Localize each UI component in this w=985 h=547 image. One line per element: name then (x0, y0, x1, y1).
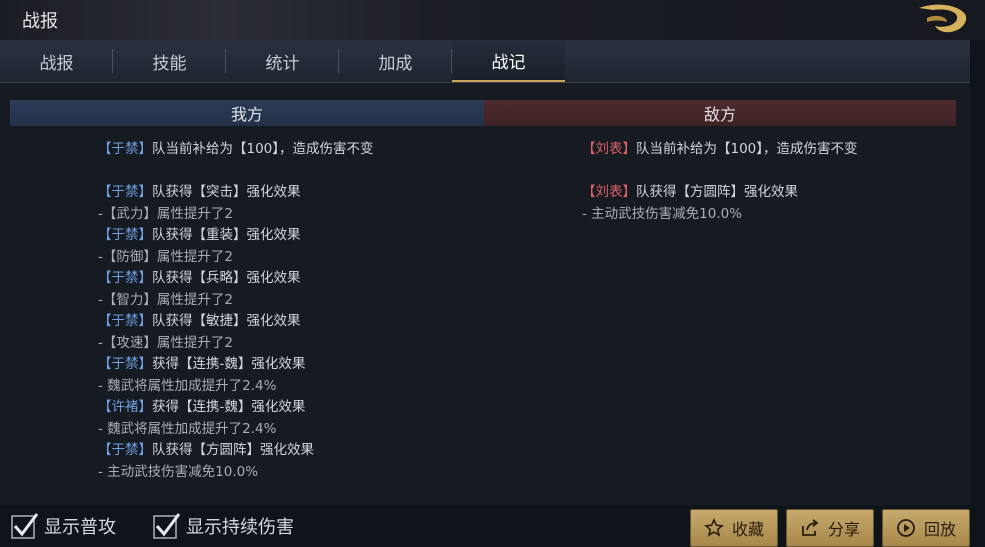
log-line: - 魏武将属性加成提升了2.4% (98, 376, 374, 398)
log-line: 【于禁】队获得【敏捷】强化效果 (98, 311, 374, 333)
log-text: 队获得【方圆阵】强化效果 (152, 442, 314, 458)
log-line: 【许褚】获得【连携-魏】强化效果 (98, 397, 374, 419)
star-icon (704, 518, 724, 537)
log-line: 【刘表】队当前补给为【100】，造成伤害不变 (582, 139, 858, 161)
log-text: -【防御】属性提升了2 (98, 248, 233, 265)
bottom-bar: 显示普攻 显示持续伤害 收藏 分享 回放 (0, 505, 985, 547)
log-line: 【于禁】获得【连携-魏】强化效果 (98, 354, 374, 376)
log-text: 队获得【敏捷】强化效果 (152, 313, 301, 329)
window-title: 战报 (22, 11, 58, 32)
log-line: -【智力】属性提升了2 (98, 290, 374, 312)
log-line: 【于禁】队获得【突击】强化效果 (98, 182, 374, 204)
log-line: 【于禁】队获得【方圆阵】强化效果 (98, 440, 374, 462)
log-text: - 主动武技伤害减免10.0% (98, 463, 259, 480)
general-name: 【于禁】 (98, 313, 152, 329)
log-text: -【武力】属性提升了2 (98, 205, 233, 222)
log-text: - 魏武将属性加成提升了2.4% (98, 377, 277, 394)
general-name: 【刘表】 (582, 141, 636, 157)
checkbox-checked-icon (153, 513, 180, 539)
tab-bonus[interactable]: 加成 (339, 40, 452, 82)
battle-log-panel: 我方 敌方 【于禁】队当前补给为【100】，造成伤害不变 【于禁】队获得【突击】强… (0, 83, 970, 505)
log-spacer (582, 161, 858, 183)
our-side-log: 【于禁】队当前补给为【100】，造成伤害不变 【于禁】队获得【突击】强化效果 -【武… (98, 139, 374, 483)
show-dot-damage-toggle[interactable]: 显示持续伤害 (152, 511, 294, 541)
general-name: 【刘表】 (582, 184, 636, 200)
share-button[interactable]: 分享 (786, 509, 874, 547)
log-text: -【智力】属性提升了2 (98, 291, 233, 308)
log-line: 【于禁】队获得【兵略】强化效果 (98, 268, 374, 290)
share-icon (802, 519, 819, 536)
log-line: -【攻速】属性提升了2 (98, 333, 374, 355)
top-bar: 战报 (0, 0, 985, 40)
our-side-header: 我方 (10, 100, 484, 126)
log-spacer (98, 161, 374, 183)
tab-stats[interactable]: 统计 (226, 40, 339, 82)
tab-battle-log[interactable]: 战记 (452, 40, 565, 82)
log-text: 队当前补给为【100】，造成伤害不变 (152, 141, 374, 157)
play-icon (897, 519, 915, 537)
general-name: 【于禁】 (98, 442, 152, 458)
replay-button[interactable]: 回放 (882, 509, 970, 547)
log-text: 队当前补给为【100】，造成伤害不变 (636, 141, 858, 157)
log-line: - 主动武技伤害减免10.0% (582, 204, 858, 226)
general-name: 【于禁】 (98, 227, 152, 243)
log-line: - 魏武将属性加成提升了2.4% (98, 419, 374, 441)
checkbox-checked-icon (11, 513, 38, 539)
log-text: - 魏武将属性加成提升了2.4% (98, 420, 277, 437)
log-line: 【刘表】队获得【方圆阵】强化效果 (582, 182, 858, 204)
tab-report[interactable]: 战报 (0, 40, 113, 82)
log-text: 队获得【突击】强化效果 (152, 184, 301, 200)
log-text: 队获得【兵略】强化效果 (152, 270, 301, 286)
log-line: 【于禁】队获得【重装】强化效果 (98, 225, 374, 247)
general-name: 【于禁】 (98, 270, 152, 286)
show-normal-attack-toggle[interactable]: 显示普攻 (10, 511, 116, 541)
favorite-button[interactable]: 收藏 (690, 509, 778, 547)
tab-skills[interactable]: 技能 (113, 40, 226, 82)
log-line: -【防御】属性提升了2 (98, 247, 374, 269)
log-text: - 主动武技伤害减免10.0% (582, 205, 743, 222)
log-text: -【攻速】属性提升了2 (98, 334, 233, 351)
log-line: 【于禁】队当前补给为【100】，造成伤害不变 (98, 139, 374, 161)
general-name: 【于禁】 (98, 356, 152, 372)
log-text: 获得【连携-魏】强化效果 (152, 356, 306, 372)
log-text: 队获得【方圆阵】强化效果 (636, 184, 798, 200)
general-name: 【于禁】 (98, 184, 152, 200)
log-text: 队获得【重装】强化效果 (152, 227, 301, 243)
general-name: 【许褚】 (98, 399, 152, 415)
log-text: 获得【连携-魏】强化效果 (152, 399, 306, 415)
dragon-logo-icon (919, 4, 967, 33)
enemy-side-log: 【刘表】队当前补给为【100】，造成伤害不变 【刘表】队获得【方圆阵】强化效果 - … (582, 139, 858, 225)
log-line: - 主动武技伤害减免10.0% (98, 462, 374, 484)
tab-bar: 战报 技能 统计 加成 战记 (0, 40, 970, 83)
enemy-side-header: 敌方 (484, 100, 956, 126)
log-line: -【武力】属性提升了2 (98, 204, 374, 226)
general-name: 【于禁】 (98, 141, 152, 157)
